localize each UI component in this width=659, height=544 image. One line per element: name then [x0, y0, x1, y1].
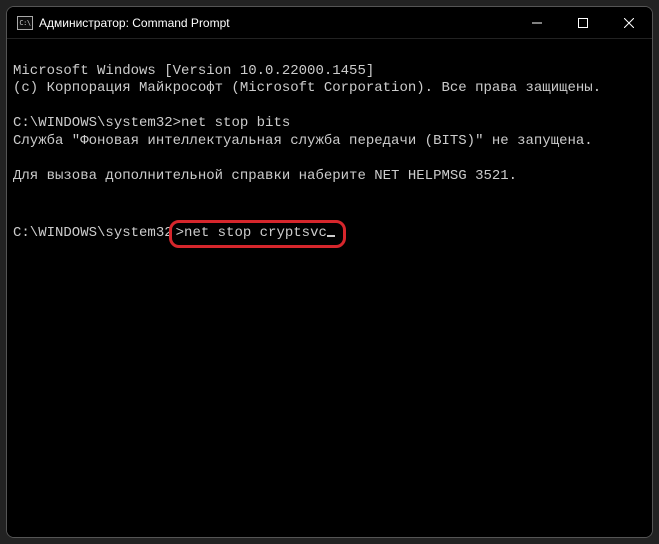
window-title: Администратор: Command Prompt	[39, 16, 230, 30]
window-controls	[514, 7, 652, 38]
terminal-blank	[13, 185, 646, 203]
terminal-current-line: C:\WINDOWS\system32>net stop cryptsvc	[13, 220, 646, 248]
terminal-command: net stop bits	[181, 115, 290, 131]
terminal-command-input[interactable]: >net stop cryptsvc	[176, 225, 327, 241]
command-prompt-window: C:\ Администратор: Command Prompt Micros…	[6, 6, 653, 538]
terminal-output: Microsoft Windows [Version 10.0.22000.14…	[13, 63, 646, 81]
terminal-blank	[13, 203, 646, 221]
minimize-icon	[532, 18, 542, 28]
terminal-command-line: C:\WINDOWS\system32>net stop bits	[13, 115, 646, 133]
maximize-button[interactable]	[560, 7, 606, 38]
cmd-icon: C:\	[17, 16, 33, 30]
close-button[interactable]	[606, 7, 652, 38]
terminal-blank	[13, 150, 646, 168]
minimize-button[interactable]	[514, 7, 560, 38]
terminal-output: (c) Корпорация Майкрософт (Microsoft Cor…	[13, 80, 646, 98]
title-left: C:\ Администратор: Command Prompt	[7, 16, 514, 30]
terminal-output: Служба "Фоновая интеллектуальная служба …	[13, 133, 646, 151]
terminal-output: Для вызова дополнительной справки набери…	[13, 168, 646, 186]
terminal-blank	[13, 98, 646, 116]
cursor-icon	[327, 235, 335, 237]
terminal-prompt: C:\WINDOWS\system32>	[13, 115, 181, 131]
terminal-prompt: C:\WINDOWS\system32	[13, 225, 173, 241]
maximize-icon	[578, 18, 588, 28]
titlebar[interactable]: C:\ Администратор: Command Prompt	[7, 7, 652, 39]
close-icon	[624, 18, 634, 28]
command-highlight: >net stop cryptsvc	[169, 220, 346, 248]
terminal-body[interactable]: Microsoft Windows [Version 10.0.22000.14…	[7, 39, 652, 537]
